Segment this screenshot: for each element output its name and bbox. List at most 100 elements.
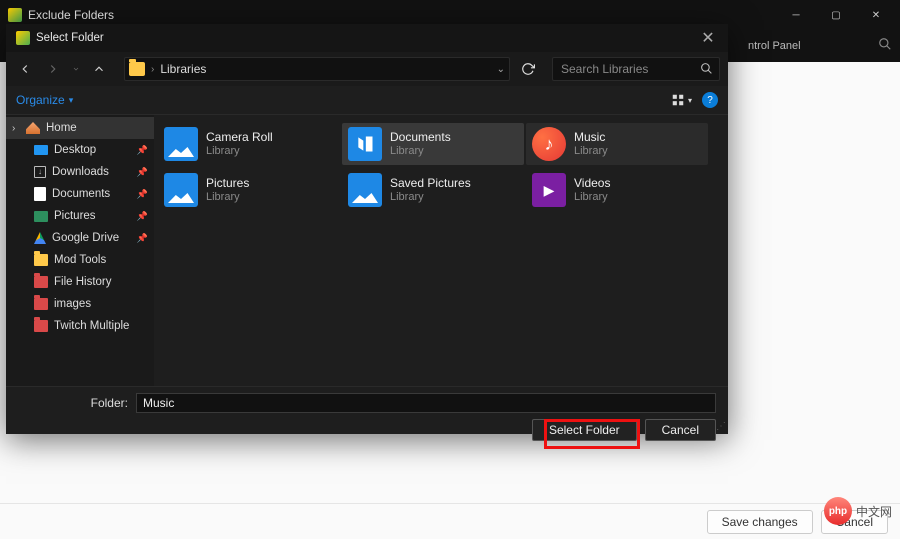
folder-icon [34, 320, 48, 332]
pin-icon: 📌 [137, 211, 148, 222]
item-name: Camera Roll [206, 130, 273, 144]
sidebar-item-label: Mod Tools [54, 254, 106, 266]
dialog-footer: Folder: Music Select Folder Cancel ⋰ [6, 386, 728, 434]
item-subtext: Library [390, 145, 451, 158]
folder-icon [34, 298, 48, 310]
sidebar-item-home[interactable]: Home [6, 117, 154, 139]
picture-library-icon [164, 127, 198, 161]
sidebar-item-mod-tools[interactable]: Mod Tools [6, 249, 154, 271]
sidebar-item-label: Home [46, 122, 77, 134]
folder-icon [34, 254, 48, 266]
recent-dropdown[interactable] [70, 58, 82, 80]
php-logo-icon: php [824, 497, 852, 525]
help-icon[interactable]: ? [702, 92, 718, 108]
sidebar-item-twitch-multiple[interactable]: Twitch Multiple [6, 315, 154, 337]
dialog-body: Home Desktop 📌 Downloads 📌 Documents 📌 P… [6, 114, 728, 386]
organize-menu[interactable]: Organize ▾ [16, 93, 73, 107]
chevron-right-icon: › [151, 64, 154, 75]
control-panel-label: ntrol Panel [748, 40, 801, 52]
back-button[interactable] [14, 58, 36, 80]
sidebar-item-label: Documents [52, 188, 110, 200]
sidebar-item-label: File History [54, 276, 112, 288]
item-subtext: Library [206, 145, 273, 158]
minimize-button[interactable]: ─ [776, 1, 816, 29]
sidebar-item-google-drive[interactable]: Google Drive 📌 [6, 227, 154, 249]
sidebar-item-label: Twitch Multiple [54, 320, 129, 332]
google-drive-icon [34, 232, 46, 244]
library-item-saved-pictures[interactable]: Saved Pictures Library [342, 169, 524, 211]
pin-icon: 📌 [137, 167, 148, 178]
dialog-title: Select Folder [16, 31, 104, 45]
close-button[interactable]: ✕ [856, 1, 896, 29]
navigation-row: › Libraries ⌄ Search Libraries [6, 52, 728, 86]
select-folder-button[interactable]: Select Folder [532, 419, 637, 441]
refresh-button[interactable] [516, 57, 540, 81]
folder-name-input[interactable]: Music [136, 393, 716, 413]
parent-footer: Save changes Cancel [0, 503, 900, 539]
address-bar[interactable]: › Libraries ⌄ [124, 57, 510, 81]
sidebar-item-downloads[interactable]: Downloads 📌 [6, 161, 154, 183]
dialog-cancel-button[interactable]: Cancel [645, 419, 716, 441]
sidebar-item-label: Google Drive [52, 232, 119, 244]
documents-library-icon [348, 127, 382, 161]
sidebar-item-file-history[interactable]: File History [6, 271, 154, 293]
item-name: Videos [574, 176, 610, 190]
folder-icon [34, 276, 48, 288]
sidebar-item-documents[interactable]: Documents 📌 [6, 183, 154, 205]
dialog-titlebar: Select Folder ✕ [6, 24, 728, 52]
dialog-app-icon [16, 31, 30, 45]
home-icon [26, 122, 40, 134]
dialog-close-button[interactable]: ✕ [692, 26, 724, 50]
main-pane: Camera Roll Library Documents Library Mu… [154, 115, 728, 386]
parent-window-title: Exclude Folders [8, 8, 114, 22]
sidebar-item-label: Downloads [52, 166, 109, 178]
item-subtext: Library [574, 145, 608, 158]
search-icon [700, 62, 713, 78]
library-item-music[interactable]: Music Library [526, 123, 708, 165]
library-item-pictures[interactable]: Pictures Library [158, 169, 340, 211]
chevron-down-icon[interactable]: ⌄ [497, 64, 505, 75]
item-name: Music [574, 130, 608, 144]
maximize-button[interactable]: ▢ [816, 1, 856, 29]
documents-icon [34, 187, 46, 201]
search-input[interactable]: Search Libraries [552, 57, 720, 81]
address-text: Libraries [160, 62, 206, 76]
search-icon[interactable] [878, 37, 892, 56]
desktop-icon [34, 145, 48, 155]
item-subtext: Library [206, 191, 249, 204]
sidebar-item-images[interactable]: images [6, 293, 154, 315]
up-button[interactable] [88, 58, 110, 80]
forward-button[interactable] [42, 58, 64, 80]
library-item-camera-roll[interactable]: Camera Roll Library [158, 123, 340, 165]
select-folder-dialog: Select Folder ✕ › Libraries ⌄ Search Lib… [6, 24, 728, 434]
item-name: Documents [390, 130, 451, 144]
folder-name-value: Music [143, 396, 174, 410]
window-controls: ─ ▢ ✕ [776, 1, 896, 29]
dialog-title-text: Select Folder [36, 32, 104, 44]
parent-title-text: Exclude Folders [28, 8, 114, 22]
resize-grip[interactable]: ⋰ [716, 422, 726, 432]
folder-name-label: Folder: [18, 396, 128, 410]
search-placeholder: Search Libraries [561, 62, 648, 76]
video-library-icon [532, 173, 566, 207]
music-library-icon [532, 127, 566, 161]
sidebar-item-label: Pictures [54, 210, 96, 222]
pin-icon: 📌 [137, 145, 148, 156]
sidebar-item-pictures[interactable]: Pictures 📌 [6, 205, 154, 227]
save-changes-button[interactable]: Save changes [707, 510, 813, 534]
sidebar-item-label: images [54, 298, 91, 310]
organize-label: Organize [16, 93, 65, 107]
sidebar-item-desktop[interactable]: Desktop 📌 [6, 139, 154, 161]
sidebar: Home Desktop 📌 Downloads 📌 Documents 📌 P… [6, 115, 154, 386]
pin-icon: 📌 [137, 233, 148, 244]
item-subtext: Library [390, 191, 471, 204]
pin-icon: 📌 [137, 189, 148, 200]
library-item-videos[interactable]: Videos Library [526, 169, 708, 211]
downloads-icon [34, 166, 46, 178]
library-item-documents[interactable]: Documents Library [342, 123, 524, 165]
location-folder-icon [129, 62, 145, 76]
view-options-button[interactable]: ▾ [670, 93, 692, 107]
chevron-down-icon: ▾ [69, 95, 74, 106]
item-name: Pictures [206, 176, 249, 190]
picture-library-icon [164, 173, 198, 207]
